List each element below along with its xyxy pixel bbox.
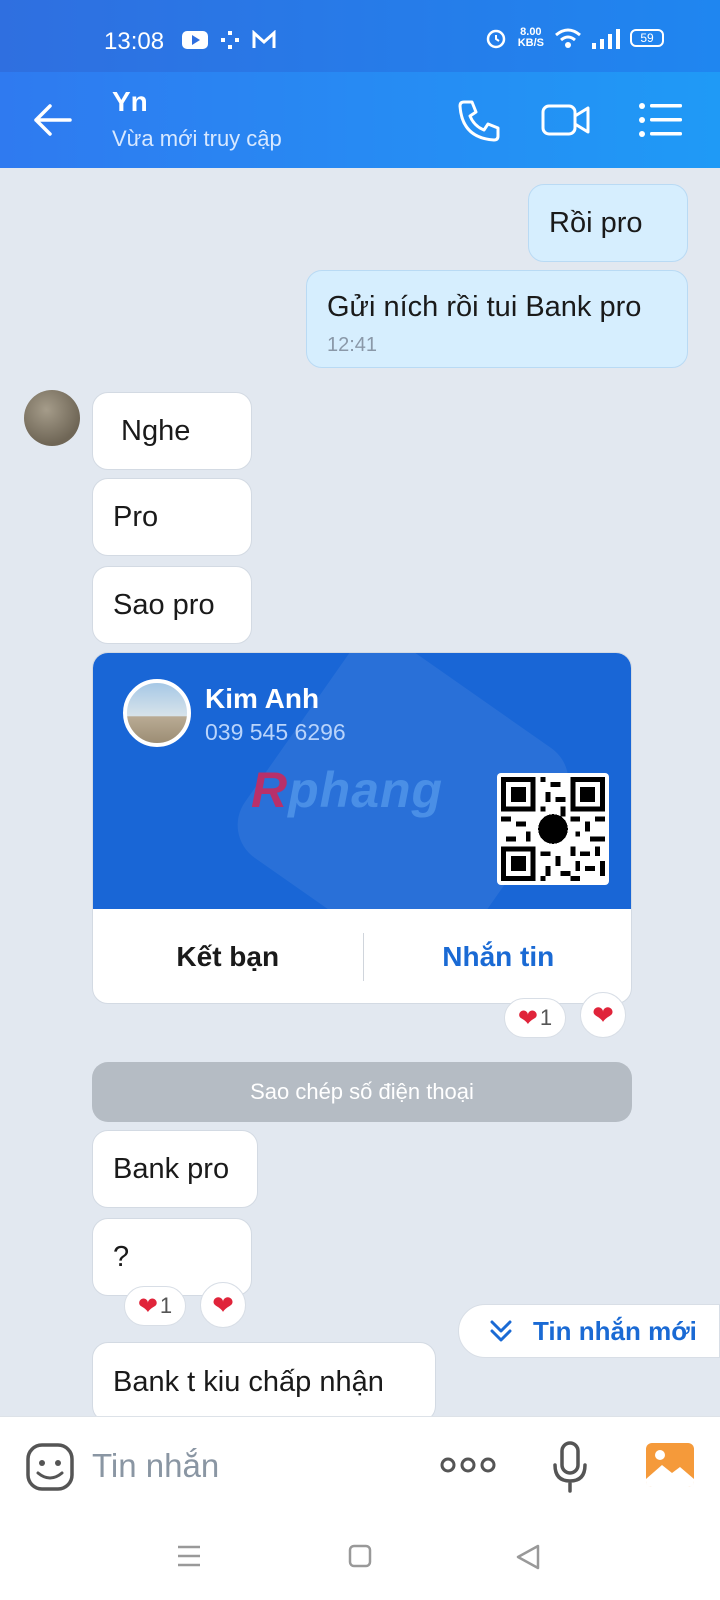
heart-icon: ❤: [137, 1292, 158, 1320]
react-heart-button[interactable]: ❤: [580, 992, 626, 1038]
heart-icon: ❤: [212, 1289, 234, 1320]
message-bubble-incoming[interactable]: Nghe: [92, 392, 252, 470]
network-speed: 8.00 KB/S: [517, 26, 544, 49]
reaction-summary[interactable]: ❤ 1: [124, 1286, 186, 1326]
message-timestamp: 12:41: [327, 334, 378, 356]
chat-header: Yn Vừa mới truy cập: [0, 72, 720, 168]
watermark: Rphang: [251, 762, 444, 818]
add-friend-button[interactable]: Kết bạn: [93, 909, 363, 1003]
heart-icon: ❤: [517, 1004, 538, 1032]
card-contact-name: Kim Anh: [205, 683, 320, 714]
message-input-bar: Tin nhắn: [0, 1416, 720, 1516]
reaction-count: 1: [539, 1005, 553, 1030]
message-bubble-outgoing[interactable]: Rồi pro: [528, 184, 688, 262]
wifi-icon: [555, 28, 581, 48]
qr-code[interactable]: [497, 773, 609, 885]
battery-icon: 59: [630, 29, 664, 47]
alarm-icon: [486, 29, 505, 49]
diamond-icon: [221, 31, 239, 49]
status-bar: 13:08 8.00 KB/S 59: [0, 0, 720, 72]
message-input[interactable]: Tin nhắn: [92, 1447, 219, 1485]
contact-name[interactable]: Yn: [112, 86, 148, 118]
card-phone-number: 039 545 6296: [205, 719, 346, 745]
signal-icon: [592, 29, 620, 49]
contact-status: Vừa mới truy cập: [112, 126, 282, 151]
reaction-count: 1: [159, 1293, 173, 1318]
home-icon[interactable]: [348, 1544, 372, 1568]
sticker-icon[interactable]: [24, 1441, 76, 1493]
recent-apps-icon[interactable]: [176, 1544, 202, 1568]
contact-card-header: Kim Anh 039 545 6296 Rphang: [93, 653, 631, 909]
double-chevron-down-icon: [490, 1320, 512, 1342]
contact-card[interactable]: Kim Anh 039 545 6296 Rphang Kết bạn Nhắn…: [92, 652, 632, 1004]
message-bubble-incoming[interactable]: Bank pro: [92, 1130, 258, 1208]
message-bubble-outgoing[interactable]: Gửi ních rồi tui Bank pro 12:41: [306, 270, 688, 368]
image-gallery-icon[interactable]: [644, 1441, 696, 1489]
sender-avatar[interactable]: [24, 390, 80, 446]
heart-icon: ❤: [592, 999, 614, 1030]
reaction-summary[interactable]: ❤ 1: [504, 998, 566, 1038]
menu-list-icon[interactable]: [636, 94, 688, 146]
microphone-icon[interactable]: [552, 1441, 588, 1493]
new-messages-button[interactable]: Tin nhắn mới: [458, 1304, 720, 1358]
message-bubble-incoming[interactable]: Pro: [92, 478, 252, 556]
react-heart-button[interactable]: ❤: [200, 1282, 246, 1328]
message-bubble-incoming[interactable]: Bank t kiu chấp nhận: [92, 1342, 436, 1422]
video-call-icon[interactable]: [540, 94, 592, 146]
back-arrow-icon[interactable]: [30, 98, 74, 142]
phone-call-icon[interactable]: [452, 94, 504, 146]
system-navigation-bar: [0, 1516, 720, 1600]
youtube-icon: [182, 31, 208, 49]
copy-phone-button[interactable]: Sao chép số điện thoại: [92, 1062, 632, 1122]
mail-icon: [252, 30, 276, 48]
message-bubble-incoming[interactable]: Sao pro: [92, 566, 252, 644]
back-nav-icon[interactable]: [516, 1544, 540, 1570]
card-avatar: [123, 679, 191, 747]
send-message-button[interactable]: Nhắn tin: [364, 909, 632, 1003]
status-time: 13:08: [104, 28, 165, 55]
more-options-icon[interactable]: [440, 1453, 496, 1477]
